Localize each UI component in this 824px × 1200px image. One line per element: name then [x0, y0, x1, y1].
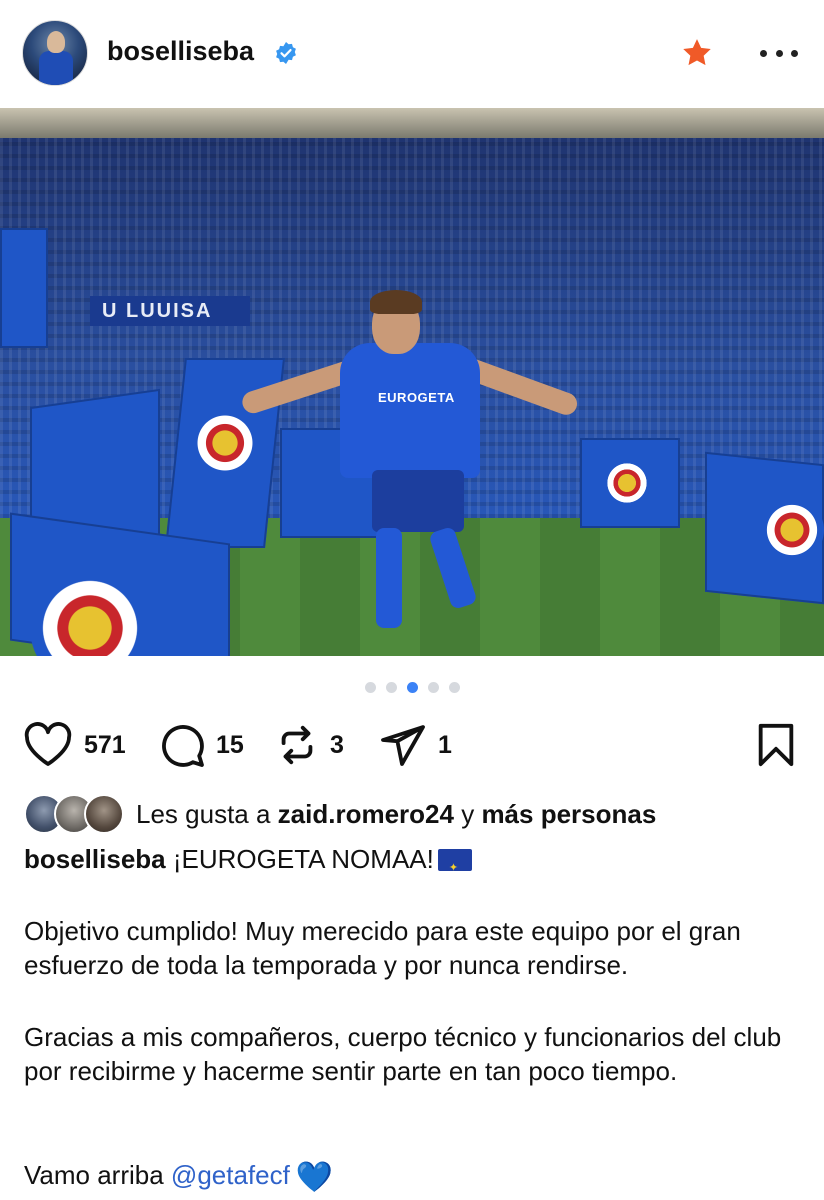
- profile-avatar[interactable]: [22, 20, 88, 86]
- carousel-dot[interactable]: [448, 682, 460, 693]
- caption-paragraph-1: Objetivo cumplido! Muy merecido para est…: [24, 916, 741, 980]
- carousel-dot[interactable]: [427, 682, 439, 693]
- post-header: boselliseba: [0, 0, 824, 106]
- closing-text: Vamo arriba: [24, 1160, 164, 1190]
- share-action[interactable]: 1: [378, 718, 452, 772]
- repost-count: 3: [330, 730, 344, 759]
- comment-count: 15: [216, 730, 244, 759]
- bookmark-icon[interactable]: [756, 722, 796, 768]
- share-count: 1: [438, 730, 452, 759]
- like-count: 571: [84, 730, 126, 759]
- carousel-dot[interactable]: [385, 682, 397, 693]
- carousel-indicator[interactable]: [0, 682, 824, 693]
- likes-text: Les gusta a zaid.romero24 y más personas: [136, 799, 656, 830]
- stadium-banner: U LUUISA: [90, 296, 250, 326]
- carousel-dot-active[interactable]: [406, 682, 418, 693]
- flag-crest: [602, 458, 652, 508]
- more-options-icon[interactable]: [760, 40, 798, 66]
- likes-summary[interactable]: Les gusta a zaid.romero24 y más personas: [24, 792, 656, 836]
- repost-action[interactable]: 3: [274, 718, 344, 772]
- likes-conjunction: y: [461, 798, 475, 829]
- verified-badge-icon: [276, 42, 296, 64]
- mention-link[interactable]: @getafecf: [171, 1160, 290, 1190]
- likes-prefix: Les gusta a: [136, 798, 271, 829]
- heart-icon[interactable]: [22, 721, 74, 769]
- caption-headline-text: ¡EUROGETA NOMAA!: [172, 844, 434, 874]
- shirt-sponsor: EUROGETA: [378, 390, 455, 405]
- player-shorts: [372, 470, 464, 532]
- flag-crest: [190, 408, 260, 478]
- caption-closing: Vamo arriba @getafecf 💙: [24, 1158, 804, 1195]
- post-username[interactable]: boselliseba: [107, 36, 254, 67]
- avatar-figure-body: [39, 51, 73, 85]
- liker-avatar: [84, 794, 124, 834]
- liker-username[interactable]: zaid.romero24: [278, 799, 454, 829]
- caption-author[interactable]: boselliseba: [24, 844, 166, 874]
- repost-icon[interactable]: [274, 721, 320, 769]
- favorite-star-icon[interactable]: [680, 36, 714, 70]
- carousel-dot[interactable]: [364, 682, 376, 693]
- player-hair: [370, 290, 422, 314]
- stadium-roof: [0, 108, 824, 138]
- post-image[interactable]: U LUUISA EUROGETA: [0, 108, 824, 656]
- flag-left-top: [0, 228, 48, 348]
- likes-others[interactable]: más personas: [481, 799, 656, 829]
- comment-icon[interactable]: [158, 721, 206, 769]
- comment-action[interactable]: 15: [158, 718, 244, 772]
- player-shirt: [340, 343, 480, 478]
- post-actions: 571 15 3 1: [22, 718, 802, 772]
- send-icon[interactable]: [378, 721, 428, 769]
- flag-crest: [760, 498, 824, 562]
- caption-paragraph-2: Gracias a mis compañeros, cuerpo técnico…: [24, 1022, 782, 1086]
- caption-headline: boselliseba ¡EUROGETA NOMAA!: [24, 842, 804, 885]
- like-action[interactable]: 571: [22, 718, 126, 772]
- blue-heart-emoji: 💙: [295, 1161, 334, 1194]
- eu-flag-icon: [437, 849, 472, 885]
- avatar-figure-head: [47, 31, 65, 53]
- player-left-leg: [376, 528, 402, 628]
